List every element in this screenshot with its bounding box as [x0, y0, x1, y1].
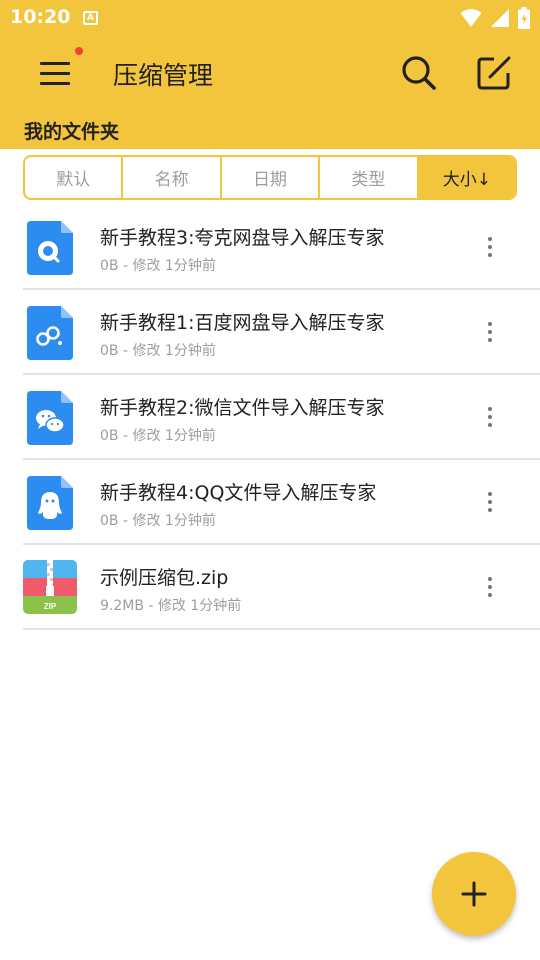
file-list: 新手教程3:夸克网盘导入解压专家 0B - 修改 1分钟前 新手教程1:百度网盘…: [0, 205, 540, 630]
file-meta: 0B - 修改 1分钟前: [100, 258, 216, 274]
page-title: 压缩管理: [113, 61, 214, 90]
file-meta: 9.2MB - 修改 1分钟前: [100, 598, 242, 614]
svg-text:ZIP: ZIP: [44, 602, 57, 611]
file-name: 示例压缩包.zip: [100, 567, 229, 589]
file-meta: 0B - 修改 1分钟前: [100, 513, 216, 529]
signal-icon: [491, 9, 509, 27]
status-bar: 10:20 A: [0, 0, 540, 36]
file-meta: 0B - 修改 1分钟前: [100, 428, 216, 444]
file-row[interactable]: 新手教程4:QQ文件导入解压专家 0B - 修改 1分钟前: [23, 460, 540, 545]
more-options-button[interactable]: [480, 486, 500, 518]
edit-button[interactable]: [474, 53, 514, 93]
file-row[interactable]: ZIP 示例压缩包.zip 9.2MB - 修改 1分钟前: [23, 545, 540, 630]
hamburger-menu-icon: [36, 56, 76, 90]
more-options-button[interactable]: [480, 571, 500, 603]
sort-tab-size[interactable]: 大小↓: [418, 157, 515, 198]
wechat-doc-icon: [27, 391, 75, 445]
more-options-button[interactable]: [480, 401, 500, 433]
qq-doc-icon: [27, 476, 75, 530]
file-row[interactable]: 新手教程2:微信文件导入解压专家 0B - 修改 1分钟前: [23, 375, 540, 460]
file-name: 新手教程1:百度网盘导入解压专家: [100, 312, 385, 334]
file-meta: 0B - 修改 1分钟前: [100, 343, 216, 359]
notification-dot: [75, 47, 83, 55]
quark-doc-icon: [27, 221, 75, 275]
search-icon: [402, 56, 436, 90]
more-options-button[interactable]: [480, 316, 500, 348]
sort-tab-name[interactable]: 名称: [123, 157, 222, 198]
search-button[interactable]: [400, 53, 438, 93]
notification-a-icon: A: [83, 11, 98, 25]
more-options-button[interactable]: [480, 231, 500, 263]
edit-square-icon: [477, 56, 511, 90]
zip-archive-icon: ZIP: [23, 560, 77, 614]
sort-tab-default[interactable]: 默认: [25, 157, 124, 198]
folder-label: 我的文件夹: [24, 121, 120, 143]
file-name: 新手教程4:QQ文件导入解压专家: [100, 482, 377, 504]
plus-icon: [461, 881, 487, 907]
baidu-doc-icon: [27, 306, 75, 360]
sort-tab-type[interactable]: 类型: [320, 157, 419, 198]
battery-icon: [518, 7, 530, 29]
menu-button[interactable]: [36, 47, 83, 90]
app-header: 10:20 A 压缩管理 我的文件夹: [0, 0, 540, 149]
status-time: 10:20: [10, 6, 71, 28]
wifi-icon: [460, 9, 482, 27]
status-icons: [460, 7, 530, 29]
app-screen: 10:20 A 压缩管理 我的文件夹 默认 名称 日期 类型 大小↓ 新手教程3…: [0, 0, 540, 960]
top-toolbar: 压缩管理: [0, 36, 540, 110]
file-name: 新手教程3:夸克网盘导入解压专家: [100, 227, 385, 249]
file-name: 新手教程2:微信文件导入解压专家: [100, 397, 385, 419]
sort-tab-date[interactable]: 日期: [222, 157, 321, 198]
file-row[interactable]: 新手教程1:百度网盘导入解压专家 0B - 修改 1分钟前: [23, 290, 540, 375]
sort-tabs: 默认 名称 日期 类型 大小↓: [23, 155, 517, 200]
add-button[interactable]: [432, 852, 516, 936]
file-row[interactable]: 新手教程3:夸克网盘导入解压专家 0B - 修改 1分钟前: [23, 205, 540, 290]
